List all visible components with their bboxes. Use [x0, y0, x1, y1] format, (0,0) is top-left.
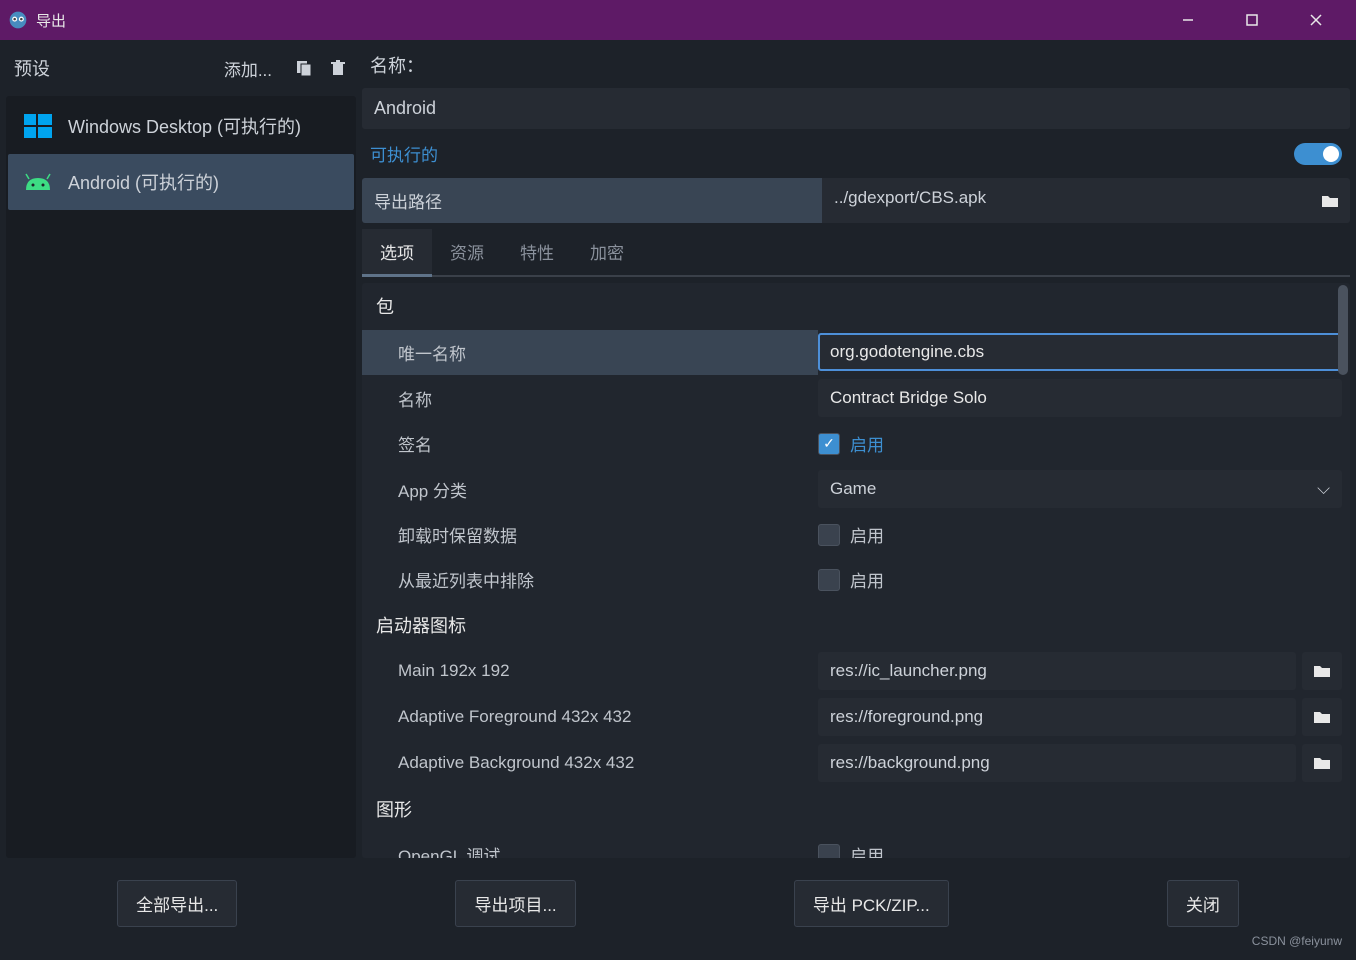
section-graphics: 图形 — [362, 786, 1350, 832]
tab-encryption[interactable]: 加密 — [572, 229, 642, 275]
tab-options[interactable]: 选项 — [362, 229, 432, 277]
export-all-button[interactable]: 全部导出... — [117, 880, 237, 927]
exclude-recents-checkbox[interactable] — [818, 569, 840, 591]
name-input[interactable]: Android — [362, 88, 1350, 129]
app-category-select[interactable]: Game ⌵ — [818, 470, 1342, 508]
watermark: CSDN @feiyunw — [1252, 934, 1342, 948]
bg-icon-browse[interactable] — [1302, 744, 1342, 782]
android-icon — [20, 164, 56, 200]
copy-icon[interactable] — [290, 54, 318, 82]
export-path-label: 导出路径 — [362, 178, 822, 223]
chevron-down-icon: ⌵ — [1317, 479, 1330, 499]
tab-features[interactable]: 特性 — [502, 229, 572, 275]
preset-label: Windows Desktop (可执行的) — [68, 113, 301, 139]
scrollbar[interactable] — [1338, 285, 1348, 375]
bg-icon-label: Adaptive Background 432x 432 — [362, 743, 818, 783]
fg-icon-browse[interactable] — [1302, 698, 1342, 736]
exclude-recents-check-label: 启用 — [850, 567, 884, 592]
presets-panel: 预设 添加... Windows Desktop (可执行的) Android … — [6, 46, 356, 858]
retain-data-checkbox[interactable] — [818, 524, 840, 546]
options-panel: 包 唯一名称 名称 Contract Bridge Solo 签名 ✓ 启用 Ap… — [362, 283, 1350, 858]
windows-icon — [20, 108, 56, 144]
preset-label: Android (可执行的) — [68, 169, 219, 195]
opengl-debug-checkbox[interactable] — [818, 844, 840, 859]
export-path-browse-button[interactable] — [1310, 178, 1350, 223]
tab-resources[interactable]: 资源 — [432, 229, 502, 275]
preset-windows[interactable]: Windows Desktop (可执行的) — [8, 98, 354, 154]
presets-title: 预设 — [14, 55, 224, 81]
section-package: 包 — [362, 283, 1350, 329]
window-title: 导出 — [36, 10, 1168, 31]
name-label: 名称： — [362, 46, 1350, 82]
retain-data-label: 卸载时保留数据 — [362, 512, 818, 557]
main-panel: 名称： Android 可执行的 导出路径 ../gdexport/CBS.ap… — [362, 46, 1350, 858]
delete-icon[interactable] — [324, 54, 352, 82]
godot-icon — [8, 10, 28, 30]
unique-name-label: 唯一名称 — [362, 330, 818, 375]
package-name-input[interactable]: Contract Bridge Solo — [818, 379, 1342, 417]
unique-name-input[interactable] — [818, 333, 1342, 371]
app-category-value: Game — [830, 479, 876, 499]
minimize-button[interactable] — [1168, 0, 1208, 40]
fg-icon-label: Adaptive Foreground 432x 432 — [362, 697, 818, 737]
exclude-recents-label: 从最近列表中排除 — [362, 557, 818, 602]
opengl-debug-label: OpenGL 调试 — [362, 832, 818, 858]
titlebar: 导出 — [0, 0, 1356, 40]
export-project-button[interactable]: 导出项目... — [455, 880, 575, 927]
window-controls — [1168, 0, 1348, 40]
signed-checkbox[interactable]: ✓ — [818, 433, 840, 455]
tabs: 选项 资源 特性 加密 — [362, 229, 1350, 277]
signed-check-label: 启用 — [850, 431, 884, 456]
add-preset-button[interactable]: 添加... — [224, 56, 272, 81]
opengl-debug-check-label: 启用 — [850, 842, 884, 858]
close-button[interactable]: 关闭 — [1167, 880, 1239, 927]
close-button[interactable] — [1296, 0, 1336, 40]
export-path-input[interactable]: ../gdexport/CBS.apk — [822, 178, 1310, 223]
bg-icon-input[interactable]: res://background.png — [818, 744, 1296, 782]
package-name-label: 名称 — [362, 376, 818, 421]
runnable-toggle[interactable] — [1294, 143, 1342, 165]
main-icon-label: Main 192x 192 — [362, 651, 818, 691]
signed-label: 签名 — [362, 421, 818, 466]
preset-android[interactable]: Android (可执行的) — [8, 154, 354, 210]
section-launcher: 启动器图标 — [362, 602, 1350, 648]
main-icon-browse[interactable] — [1302, 652, 1342, 690]
preset-list: Windows Desktop (可执行的) Android (可执行的) — [6, 96, 356, 858]
bottom-bar: 全部导出... 导出项目... 导出 PCK/ZIP... 关闭 — [0, 864, 1356, 943]
runnable-label: 可执行的 — [370, 141, 1294, 166]
main-icon-input[interactable]: res://ic_launcher.png — [818, 652, 1296, 690]
maximize-button[interactable] — [1232, 0, 1272, 40]
export-pck-button[interactable]: 导出 PCK/ZIP... — [794, 880, 949, 927]
fg-icon-input[interactable]: res://foreground.png — [818, 698, 1296, 736]
app-category-label: App 分类 — [362, 467, 818, 512]
retain-data-check-label: 启用 — [850, 522, 884, 547]
